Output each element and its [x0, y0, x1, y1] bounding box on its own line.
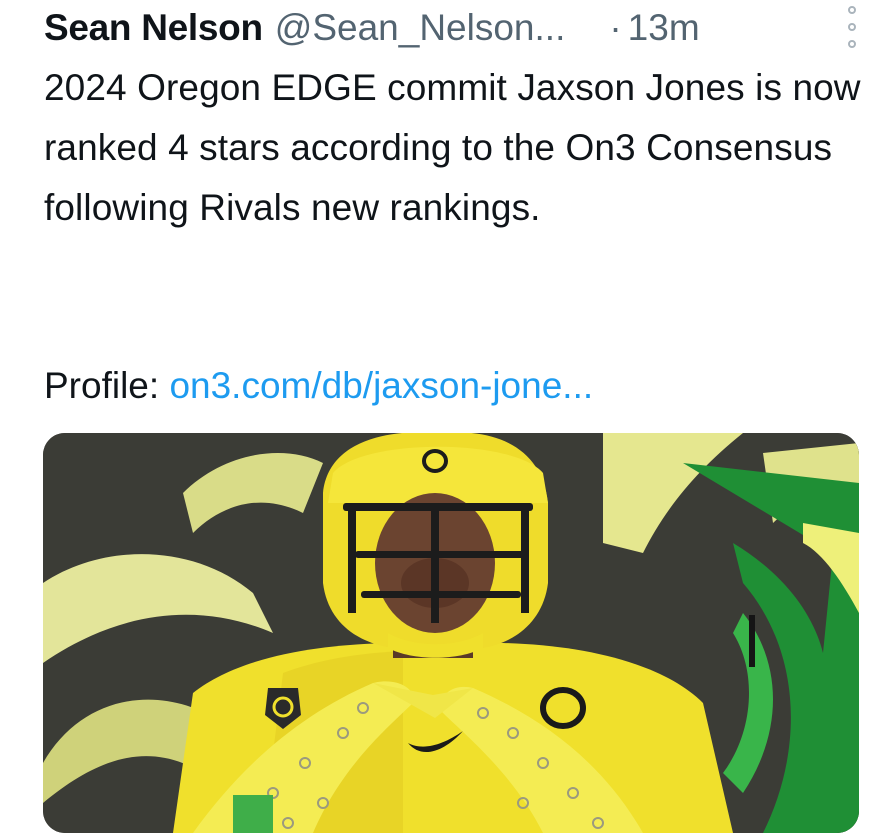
tweet-media-photo[interactable]: [43, 433, 859, 833]
profile-line: Profile: on3.com/db/jaxson-jone...: [44, 356, 593, 416]
profile-label: Profile:: [44, 365, 160, 406]
tweet-timestamp[interactable]: 13m: [628, 7, 700, 49]
tweet-header: Sean Nelson @Sean_Nelson... · 13m: [44, 4, 864, 52]
author-handle[interactable]: @Sean_Nelson...: [275, 7, 566, 49]
vertical-dots-icon[interactable]: [842, 6, 862, 48]
tweet-text: 2024 Oregon EDGE commit Jaxson Jones is …: [44, 67, 861, 228]
time-separator: ·: [609, 7, 622, 48]
player-photo: [43, 433, 859, 833]
profile-link[interactable]: on3.com/db/jaxson-jone...: [169, 365, 593, 406]
author-name[interactable]: Sean Nelson: [44, 7, 263, 49]
